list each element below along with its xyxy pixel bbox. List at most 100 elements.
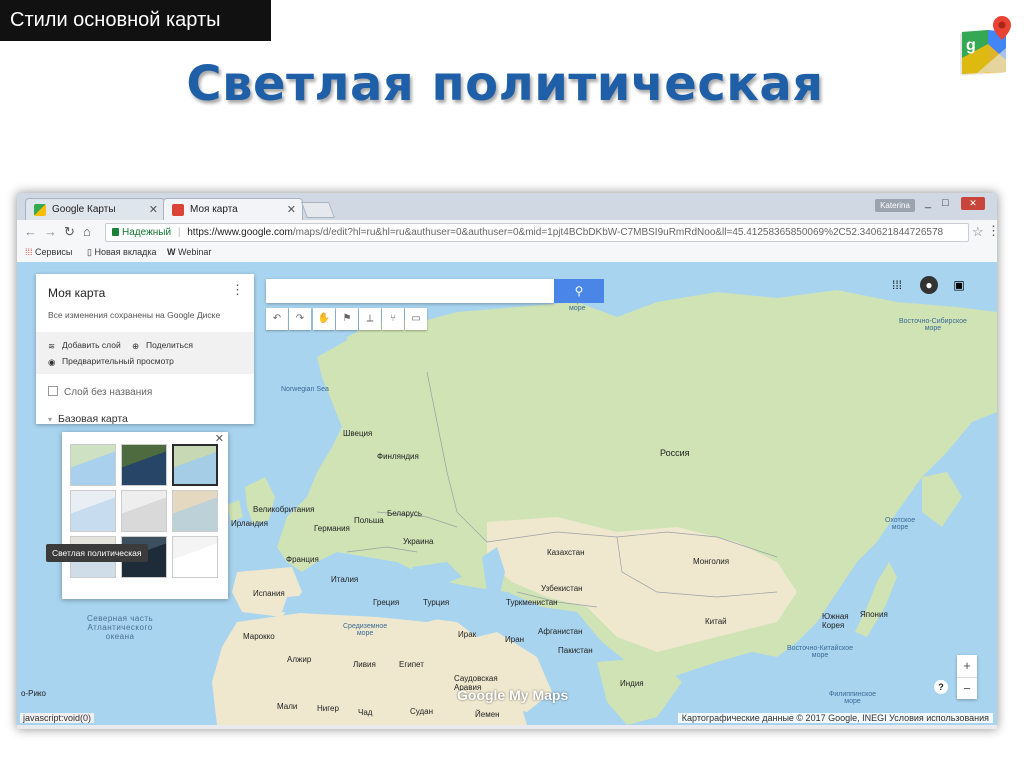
map-label-philippine-sea: Филиппинское море <box>829 691 877 705</box>
bookmark-services[interactable]: ⁞⁞⁞ Сервисы <box>25 247 72 257</box>
map-label-niger: Нигер <box>317 704 339 713</box>
apps-grid-icon[interactable]: ⁞⁞⁞ <box>888 276 906 294</box>
add-marker-icon[interactable]: ⚑ <box>336 308 358 330</box>
forward-arrow-icon[interactable]: → <box>44 224 57 239</box>
map-label-mongolia: Монголия <box>693 557 730 566</box>
close-tab-icon[interactable]: ✕ <box>149 199 158 221</box>
zoom-out-button[interactable]: − <box>957 678 977 699</box>
map-label-afghanistan: Афганистан <box>538 627 583 636</box>
map-label-mediterranean: Средиземное море <box>343 623 388 637</box>
style-thumb-light-political[interactable] <box>70 490 116 532</box>
url-input[interactable]: Надежный | https://www.google.com/maps/d… <box>105 223 969 242</box>
map-toolbar: ↶ ↷ ✋ ⚑ ⟂ ⑂ ▭ <box>266 308 427 330</box>
map-label-iraq: Ирак <box>458 630 477 639</box>
style-tooltip: Светлая политическая <box>46 544 148 562</box>
map-label-libya: Ливия <box>353 660 376 669</box>
map-label-india: Индия <box>620 679 644 688</box>
slide-section-tag: Стили основной карты <box>0 0 271 41</box>
bookmarks-bar: ⁞⁞⁞ Сервисы ▯ Новая вкладка W Webinar <box>17 244 997 263</box>
map-label-east-china-sea: Восточно-Китайское море <box>787 645 854 659</box>
add-person-icon: ⊕ <box>132 341 140 351</box>
chevron-down-icon: ▾ <box>48 415 53 424</box>
search-icon: ⚲ <box>574 284 584 298</box>
layer-untitled[interactable]: Слой без названия <box>48 386 152 398</box>
map-label-kazakhstan: Казахстан <box>547 548 585 557</box>
redo-icon[interactable]: ↷ <box>289 308 311 330</box>
map-label-sweden: Швеция <box>343 429 373 438</box>
map-label-france: Франция <box>286 555 319 564</box>
close-tab-icon[interactable]: ✕ <box>287 199 296 221</box>
map-canvas[interactable]: Norwegian Sea Карское море Восточно-Сиби… <box>17 262 997 725</box>
google-maps-favicon-icon <box>34 204 46 216</box>
style-thumb-map[interactable] <box>70 444 116 486</box>
layer-checkbox[interactable] <box>48 386 58 396</box>
map-label-morocco: Марокко <box>243 632 275 641</box>
map-label-germany: Германия <box>314 524 350 533</box>
apps-grid-icon: ⁞⁞⁞ <box>25 247 33 257</box>
reload-icon[interactable]: ↻ <box>64 224 75 240</box>
eye-icon: ◉ <box>48 357 56 367</box>
google-maps-logo-icon: g <box>960 16 1011 76</box>
style-thumb-simple-atlas[interactable] <box>172 490 218 532</box>
url-path: /maps/d/edit?hl=ru&hl=ru&authuser=0&auth… <box>292 227 944 238</box>
style-thumb-monochrome[interactable] <box>121 490 167 532</box>
hand-pan-icon[interactable]: ✋ <box>313 308 335 330</box>
tab-bar: Google Карты ✕ Моя карта ✕ Katerina _ □ … <box>17 193 997 220</box>
bookmark-star-icon[interactable]: ☆ <box>972 224 984 240</box>
style-thumb-satellite[interactable] <box>121 444 167 486</box>
maximize-icon[interactable]: □ <box>942 197 949 209</box>
style-thumb-terrain[interactable] <box>172 444 218 486</box>
tab-google-maps[interactable]: Google Карты ✕ <box>25 198 165 220</box>
map-label-east-siberian-sea: Восточно-Сибирское море <box>899 318 967 332</box>
add-layer-button[interactable]: ≋ Добавить слой <box>48 340 121 351</box>
browser-window: Google Карты ✕ Моя карта ✕ Katerina _ □ … <box>17 193 997 729</box>
bookmark-webinar[interactable]: W Webinar <box>167 247 211 257</box>
map-attribution[interactable]: Картографические данные © 2017 Google, I… <box>677 713 993 723</box>
search-button[interactable]: ⚲ <box>554 279 604 303</box>
draw-line-icon[interactable]: ⟂ <box>359 308 381 330</box>
map-title[interactable]: Моя карта <box>48 286 105 300</box>
share-button[interactable]: ⊕ Поделиться <box>132 340 193 351</box>
more-options-icon[interactable]: ⋮ <box>231 282 244 298</box>
help-button[interactable]: ? <box>934 680 948 694</box>
preview-button[interactable]: ◉ Предварительный просмотр <box>48 356 174 367</box>
secure-indicator[interactable]: Надежный <box>112 227 171 238</box>
map-label-ukraine: Украина <box>403 537 434 546</box>
close-window-icon[interactable]: ✕ <box>961 197 985 210</box>
base-map-toggle[interactable]: ▾ Базовая карта <box>48 413 128 425</box>
undo-icon[interactable]: ↶ <box>266 308 288 330</box>
map-label-mali: Мали <box>277 702 298 711</box>
map-label-finland: Финляндия <box>377 452 419 461</box>
google-my-maps-brand: Google My Maps <box>457 687 569 703</box>
style-thumb-whitewater[interactable] <box>172 536 218 578</box>
map-label-egypt: Египет <box>399 660 424 669</box>
map-label-pakistan: Пакистан <box>558 646 593 655</box>
back-arrow-icon[interactable]: ← <box>24 224 37 239</box>
directions-icon[interactable]: ⑂ <box>382 308 404 330</box>
map-search-input[interactable] <box>266 279 554 303</box>
new-tab-button[interactable] <box>301 202 335 218</box>
ruler-icon[interactable]: ▭ <box>405 308 427 330</box>
my-maps-favicon-icon <box>172 204 184 216</box>
webinar-w-icon: W <box>167 247 176 257</box>
tab-my-map[interactable]: Моя карта ✕ <box>163 198 303 220</box>
svg-text:g: g <box>966 37 976 54</box>
user-profile-button[interactable]: Katerina <box>875 199 915 212</box>
tab-label: Моя карта <box>190 204 238 215</box>
browser-menu-icon[interactable]: ⋮ <box>987 223 997 239</box>
map-label-turkey: Турция <box>423 598 450 607</box>
zoom-in-button[interactable]: + <box>957 655 977 678</box>
account-icon[interactable]: ● <box>920 276 938 294</box>
map-label-uzbekistan: Узбекистан <box>541 584 583 593</box>
status-bar: javascript:void(0) Картографические данн… <box>17 713 997 725</box>
map-label-turkmenistan: Туркменистан <box>506 598 558 607</box>
bookmark-new-tab[interactable]: ▯ Новая вкладка <box>87 247 157 258</box>
home-icon[interactable]: ⌂ <box>83 224 91 239</box>
minimize-icon[interactable]: _ <box>925 197 931 209</box>
map-label-rio: о-Рико <box>21 689 46 698</box>
map-label-belarus: Беларусь <box>387 509 422 518</box>
map-label-okhotsk-sea: Охотское море <box>885 517 916 531</box>
my-map-panel: Моя карта ⋮ Все изменения сохранены на G… <box>36 274 254 425</box>
map-label-south-korea: Южная Корея <box>822 612 849 630</box>
profile-avatar-icon[interactable]: ▣ <box>950 276 968 294</box>
